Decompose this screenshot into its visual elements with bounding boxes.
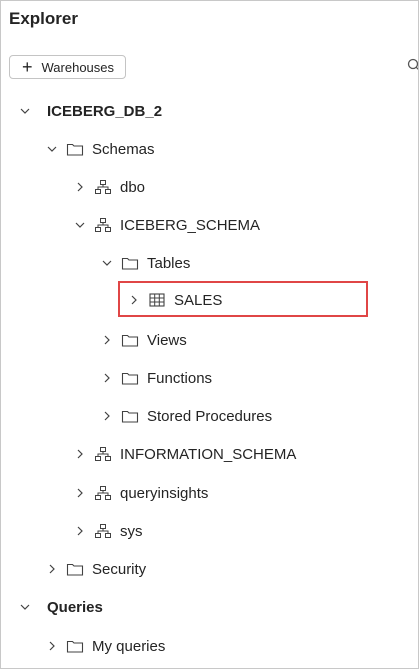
add-warehouses-button[interactable]: + Warehouses xyxy=(9,55,126,79)
schema-icon xyxy=(95,180,111,194)
chevron-down-icon[interactable] xyxy=(46,143,58,155)
chevron-right-icon[interactable] xyxy=(74,181,86,193)
add-warehouses-label: Warehouses xyxy=(41,59,115,75)
schema-icon xyxy=(95,486,111,500)
tree-item-label: sys xyxy=(120,522,143,540)
tree-item-tables[interactable]: Tables xyxy=(101,248,190,278)
tree-item-label: Schemas xyxy=(92,140,155,158)
tree-item-dbo[interactable]: dbo xyxy=(74,172,145,202)
tree-item-label: Queries xyxy=(47,598,103,616)
chevron-right-icon[interactable] xyxy=(128,294,140,306)
chevron-down-icon[interactable] xyxy=(19,601,31,613)
tree-item-security[interactable]: Security xyxy=(46,554,146,584)
table-icon xyxy=(149,293,165,307)
tree-item-queries[interactable]: Queries xyxy=(19,592,103,622)
tree-item-label: Tables xyxy=(147,254,191,272)
folder-icon xyxy=(66,143,84,156)
tree-item-iceberg-db-2[interactable]: ICEBERG_DB_2 xyxy=(19,96,162,126)
schema-icon xyxy=(95,447,111,461)
chevron-right-icon[interactable] xyxy=(46,640,58,652)
tree-item-label: Security xyxy=(92,560,147,578)
tree-item-queryinsights[interactable]: queryinsights xyxy=(74,478,208,508)
folder-icon xyxy=(66,563,84,576)
tree-item-label: queryinsights xyxy=(120,484,209,502)
chevron-down-icon[interactable] xyxy=(101,257,113,269)
tree-item-label: Views xyxy=(147,331,187,349)
tree-item-label: INFORMATION_SCHEMA xyxy=(120,445,297,463)
tree-item-label: Functions xyxy=(147,369,213,387)
chevron-down-icon[interactable] xyxy=(74,219,86,231)
chevron-right-icon[interactable] xyxy=(101,372,113,384)
tree-item-schemas[interactable]: Schemas xyxy=(46,134,155,164)
folder-icon xyxy=(121,372,139,385)
explorer-panel: Explorer + Warehouses ICEBERG_DB_2 Schem… xyxy=(0,0,419,669)
chevron-down-icon[interactable] xyxy=(19,105,31,117)
tree-item-views[interactable]: Views xyxy=(101,325,187,355)
chevron-right-icon[interactable] xyxy=(46,563,58,575)
tree-item-label: dbo xyxy=(120,178,146,196)
plus-icon: + xyxy=(22,57,33,77)
tree-item-label: My queries xyxy=(92,637,166,655)
chevron-right-icon[interactable] xyxy=(101,410,113,422)
tree-item-iceberg-schema[interactable]: ICEBERG_SCHEMA xyxy=(74,210,260,240)
folder-icon xyxy=(121,410,139,423)
chevron-right-icon[interactable] xyxy=(74,487,86,499)
chevron-right-icon[interactable] xyxy=(74,525,86,537)
search-icon[interactable] xyxy=(407,58,419,72)
chevron-right-icon[interactable] xyxy=(74,448,86,460)
tree-item-sales[interactable]: SALES xyxy=(128,285,222,315)
folder-icon xyxy=(121,257,139,270)
panel-title: Explorer xyxy=(9,9,78,28)
tree-item-my-queries[interactable]: My queries xyxy=(46,631,165,661)
tree-item-label: Stored Procedures xyxy=(147,407,273,425)
tree-item-stored-procedures[interactable]: Stored Procedures xyxy=(101,401,272,431)
schema-icon xyxy=(95,218,111,232)
tree-item-label: ICEBERG_DB_2 xyxy=(47,102,163,120)
folder-icon xyxy=(121,334,139,347)
schema-icon xyxy=(95,524,111,538)
tree-item-functions[interactable]: Functions xyxy=(101,363,212,393)
tree-item-label: SALES xyxy=(174,291,223,309)
chevron-right-icon[interactable] xyxy=(101,334,113,346)
tree-item-sys[interactable]: sys xyxy=(74,516,143,546)
folder-icon xyxy=(66,640,84,653)
tree-item-label: ICEBERG_SCHEMA xyxy=(120,216,261,234)
tree-item-information-schema[interactable]: INFORMATION_SCHEMA xyxy=(74,439,296,469)
